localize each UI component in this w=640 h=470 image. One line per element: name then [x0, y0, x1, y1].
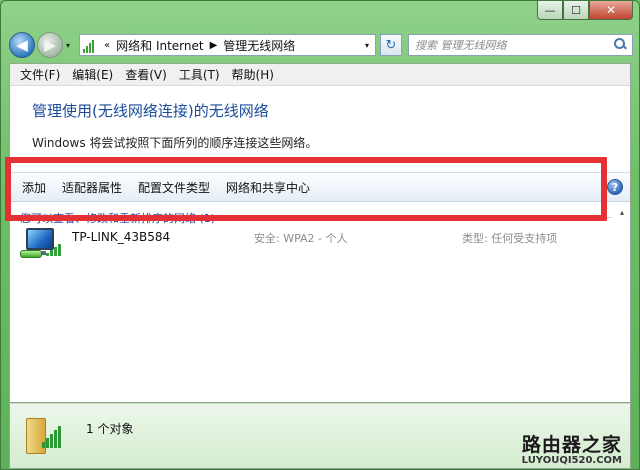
breadcrumb-manage-wireless[interactable]: 管理无线网络	[223, 37, 295, 54]
breadcrumb-overflow[interactable]: «	[104, 40, 110, 51]
network-sharing-center-button[interactable]: 网络和共享中心	[218, 179, 318, 196]
caption-buttons: — ☐ ✕	[537, 1, 633, 21]
close-button[interactable]: ✕	[589, 1, 633, 20]
menu-help[interactable]: 帮助(H)	[226, 66, 280, 83]
navigation-bar: ◀ ▶ ▾ « 网络和 Internet ▶ 管理无线网络 ▾ ↻ 搜索 管理无…	[9, 31, 633, 59]
search-icon[interactable]	[611, 36, 629, 54]
menu-view[interactable]: 查看(V)	[119, 66, 173, 83]
network-list-item[interactable]: TP-LINK_43B584 安全: WPA2 - 个人 类型: 任何受支持项	[14, 218, 614, 270]
menu-file[interactable]: 文件(F)	[14, 66, 66, 83]
folder-network-icon	[24, 414, 68, 460]
breadcrumb-separator-icon[interactable]: ▶	[210, 40, 218, 51]
page-description: Windows 将尝试按照下面所列的顺序连接这些网络。	[32, 136, 318, 150]
menu-tools[interactable]: 工具(T)	[173, 66, 226, 83]
content-pane: 文件(F) 编辑(E) 查看(V) 工具(T) 帮助(H) 管理使用(无线网络连…	[9, 63, 631, 403]
page-header: 管理使用(无线网络连接)的无线网络 Windows 将尝试按照下面所列的顺序连接…	[10, 86, 630, 172]
address-dropdown-icon[interactable]: ▾	[359, 41, 375, 50]
profile-types-button[interactable]: 配置文件类型	[130, 179, 218, 196]
command-bar: 添加 适配器属性 配置文件类型 网络和共享中心 ?	[10, 172, 630, 202]
watermark-en: LUYOUQI520.COM	[521, 455, 622, 466]
add-button[interactable]: 添加	[14, 179, 54, 196]
breadcrumb-network-internet[interactable]: 网络和 Internet	[116, 37, 203, 54]
minimize-button[interactable]: —	[537, 1, 563, 20]
network-list: 您可以查看、修改和重新排序的网络 (1) ▴ TP-LINK_43B584 安全…	[10, 202, 630, 400]
network-security: 安全: WPA2 - 个人	[254, 232, 348, 245]
watermark-cn: 路由器之家	[521, 434, 622, 456]
scroll-up-arrow-icon[interactable]: ▴	[616, 208, 628, 222]
menu-bar: 文件(F) 编辑(E) 查看(V) 工具(T) 帮助(H)	[10, 64, 630, 86]
search-input[interactable]: 搜索 管理无线网络	[415, 37, 611, 53]
search-box[interactable]: 搜索 管理无线网络	[408, 34, 633, 56]
network-type: 类型: 任何受支持项	[462, 232, 558, 245]
object-count: 1 个对象	[86, 422, 134, 436]
address-bar[interactable]: « 网络和 Internet ▶ 管理无线网络 ▾	[79, 34, 376, 56]
network-ssid: TP-LINK_43B584	[72, 230, 171, 244]
explorer-window: — ☐ ✕ ◀ ▶ ▾ « 网络和 Internet ▶ 管理无线网络 ▾ ↻ …	[0, 0, 640, 470]
adapter-properties-button[interactable]: 适配器属性	[54, 179, 130, 196]
recent-pages-dropdown[interactable]: ▾	[66, 41, 70, 50]
maximize-button[interactable]: ☐	[563, 1, 589, 20]
site-watermark: 路由器之家 LUYOUQI520.COM	[522, 430, 622, 466]
forward-button[interactable]: ▶	[37, 32, 63, 58]
wireless-network-icon	[20, 226, 61, 262]
menu-edit[interactable]: 编辑(E)	[66, 66, 119, 83]
wireless-network-icon	[83, 37, 101, 53]
details-pane: 1 个对象 路由器之家 LUYOUQI520.COM	[9, 403, 631, 469]
refresh-button[interactable]: ↻	[380, 34, 402, 56]
page-title: 管理使用(无线网络连接)的无线网络	[32, 102, 269, 120]
help-icon[interactable]: ?	[607, 179, 623, 195]
back-button[interactable]: ◀	[9, 32, 35, 58]
